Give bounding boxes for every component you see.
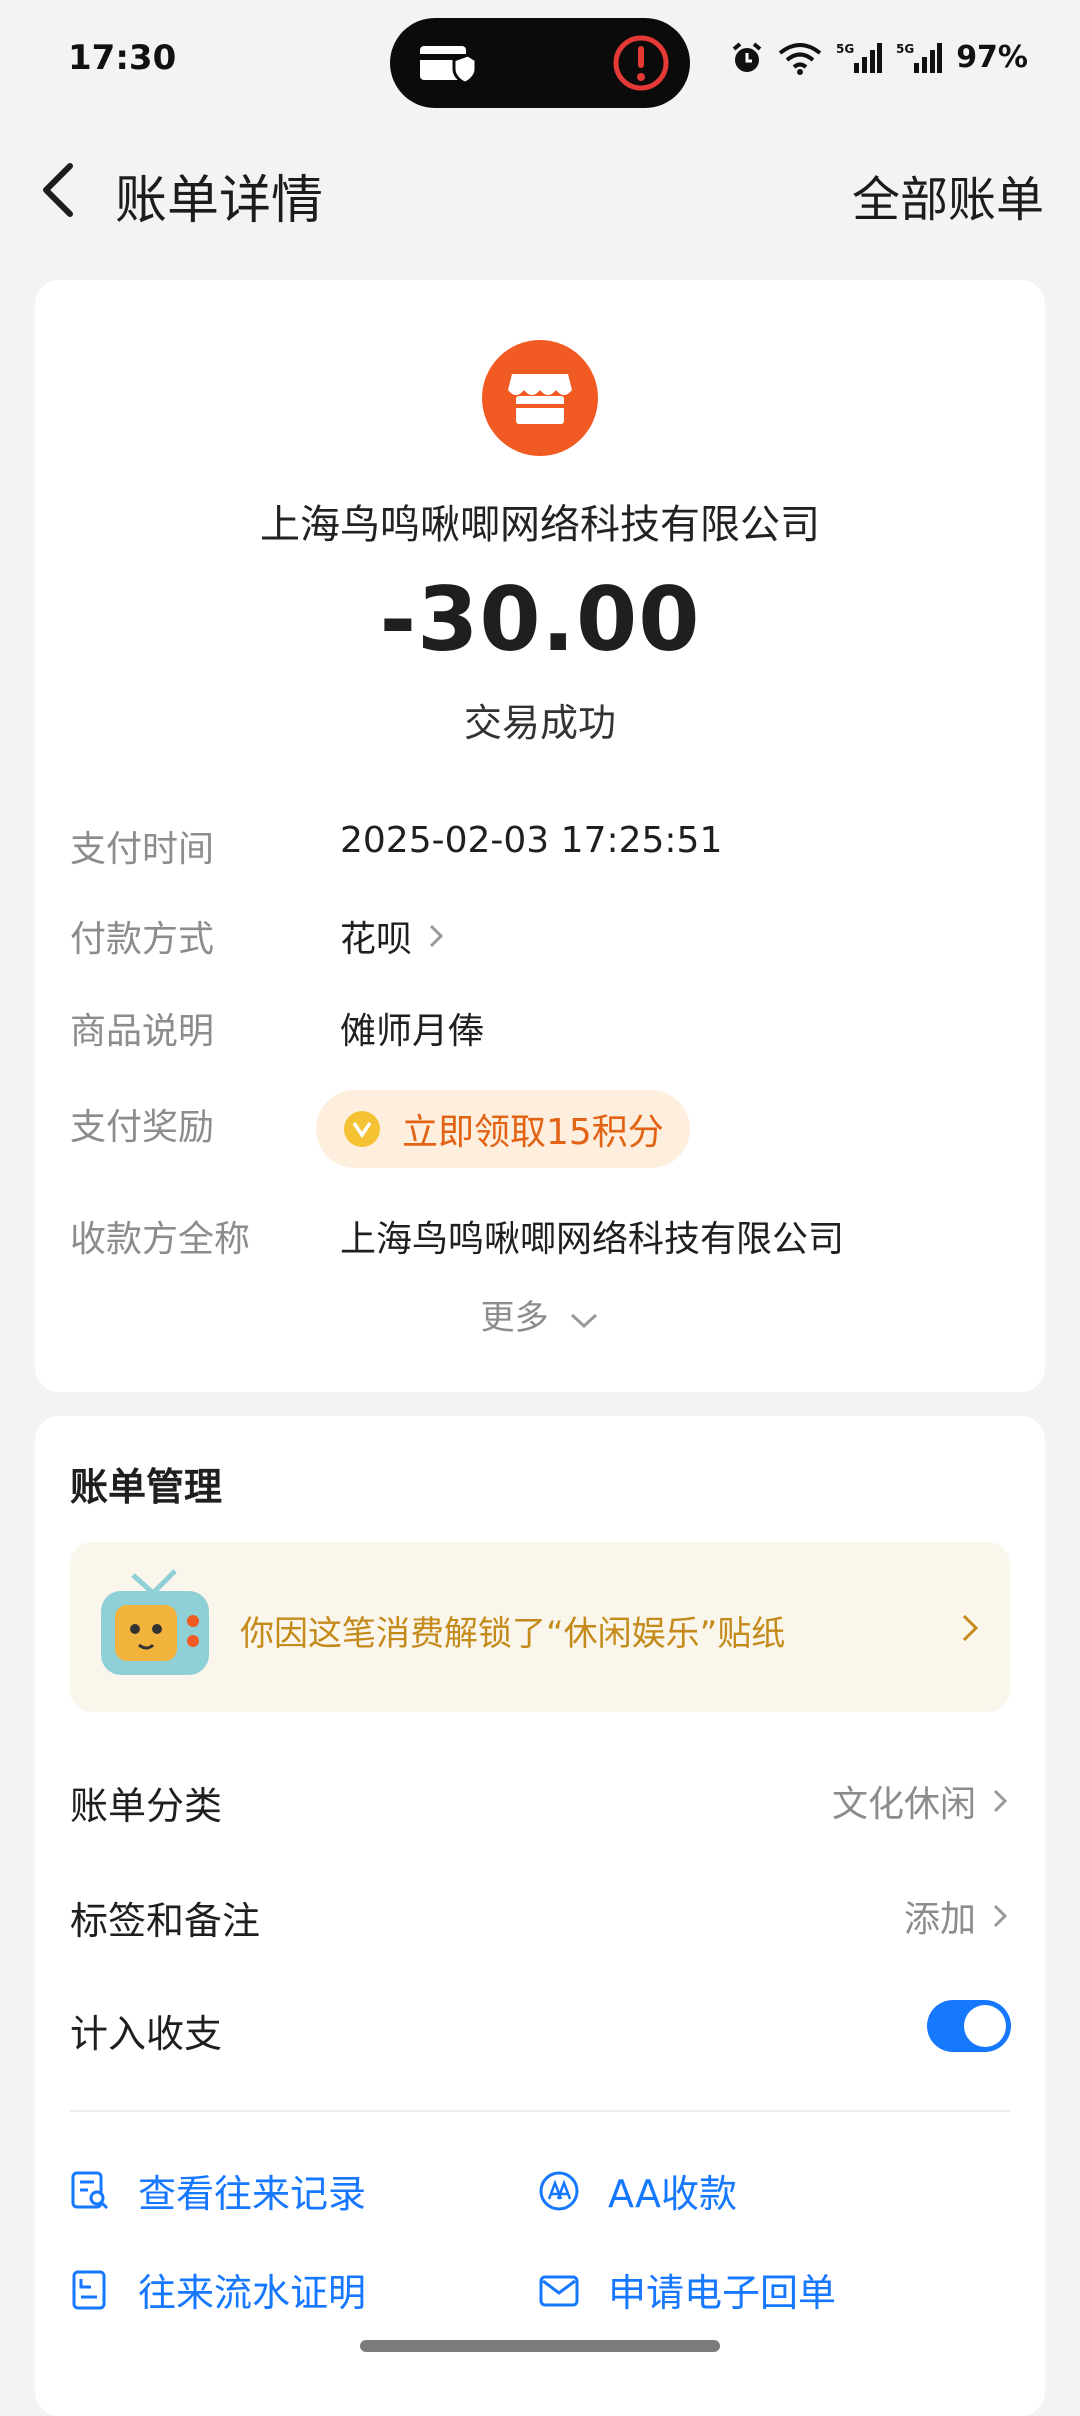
page-title: 账单详情 <box>115 171 324 231</box>
statement-proof-button[interactable]: 往来流水证明 <box>70 2262 366 2317</box>
home-indicator[interactable] <box>360 2340 720 2352</box>
claim-points-button[interactable]: 立即领取15积分 <box>316 1090 690 1168</box>
reward-label: 支付奖励 <box>70 1107 215 1148</box>
svg-text:5G: 5G <box>836 42 854 56</box>
category-selector[interactable]: 文化休闲 <box>832 1775 1010 1827</box>
income-label: 计入收支 <box>70 2012 223 2056</box>
product-label: 商品说明 <box>70 1011 215 1052</box>
document-icon <box>72 2270 106 2309</box>
transaction-status: 交易成功 <box>463 701 616 745</box>
pay-method-link[interactable]: 花呗 <box>340 910 446 962</box>
pay-time-value: 2025-02-03 17:25:51 <box>340 820 723 861</box>
income-toggle[interactable] <box>927 2000 1011 2052</box>
pay-method-label: 付款方式 <box>70 919 215 960</box>
status-time: 17:30 <box>68 38 177 78</box>
back-icon[interactable] <box>30 150 90 230</box>
toggle-knob <box>964 2005 1006 2047</box>
chevron-down-icon <box>571 1313 598 1328</box>
payee-label: 收款方全称 <box>70 1219 251 1260</box>
view-records-label: 查看往来记录 <box>138 2172 367 2216</box>
chevron-right-icon <box>993 1904 1008 1928</box>
aa-collect-label: AA收款 <box>608 2172 738 2216</box>
chevron-right-icon <box>993 1789 1008 1813</box>
card-shield-icon <box>420 46 478 85</box>
aa-collect-button[interactable]: AA收款 <box>538 2163 737 2218</box>
signal-5g-icon: 5G <box>836 42 883 73</box>
status-icons: 5G 5G 97% <box>730 40 1028 75</box>
pay-method-value: 花呗 <box>340 919 413 960</box>
divider <box>70 2110 1010 2112</box>
svg-text:5G: 5G <box>896 42 914 56</box>
aa-icon <box>539 2171 579 2210</box>
more-label: 更多 <box>480 1298 549 1338</box>
product-value: 傩师月俸 <box>340 1011 485 1052</box>
records-search-icon <box>71 2171 109 2209</box>
more-button[interactable]: 更多 <box>0 1290 1080 1339</box>
tags-value: 添加 <box>903 1899 976 1940</box>
transaction-amount: -30.00 <box>379 568 701 671</box>
tags-label: 标签和备注 <box>70 1899 261 1943</box>
merchant-name: 上海鸟鸣啾唧网络科技有限公司 <box>260 502 820 548</box>
merchant-avatar <box>482 340 598 456</box>
chevron-right-icon <box>962 1614 979 1642</box>
tags-add-button[interactable]: 添加 <box>904 1890 1010 1942</box>
sticker-message: 你因这笔消费解锁了“休闲娱乐”贴纸 <box>240 1614 786 1654</box>
pay-time-label: 支付时间 <box>70 829 215 870</box>
points-coin-icon <box>344 1111 380 1147</box>
battery-level: 97% <box>956 40 1028 75</box>
category-label: 账单分类 <box>70 1784 223 1828</box>
alarm-icon <box>732 41 762 72</box>
claim-points-label: 立即领取15积分 <box>402 1112 664 1153</box>
tv-sticker-icon <box>101 1569 209 1675</box>
category-value: 文化休闲 <box>831 1784 976 1825</box>
all-bills-link[interactable]: 全部账单 <box>852 160 1044 230</box>
dynamic-island <box>390 18 690 108</box>
mail-icon <box>539 2275 579 2306</box>
chevron-right-icon <box>429 924 444 948</box>
e-receipt-button[interactable]: 申请电子回单 <box>538 2262 836 2317</box>
alert-icon <box>613 35 669 91</box>
management-title: 账单管理 <box>70 1465 223 1509</box>
statement-proof-label: 往来流水证明 <box>138 2271 367 2315</box>
payee-value: 上海鸟鸣啾唧网络科技有限公司 <box>340 1219 845 1260</box>
wifi-icon <box>778 42 822 75</box>
store-icon <box>508 374 572 424</box>
e-receipt-label: 申请电子回单 <box>608 2271 837 2315</box>
signal-5g-icon: 5G <box>896 42 943 73</box>
view-records-button[interactable]: 查看往来记录 <box>70 2163 366 2218</box>
